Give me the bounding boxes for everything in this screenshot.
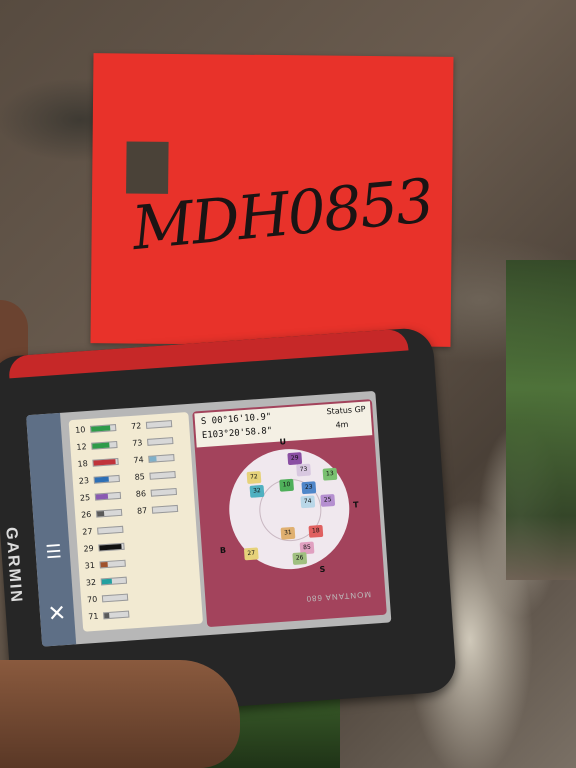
signal-fill [101, 578, 112, 585]
satellite-signal-bar [94, 491, 122, 501]
satellite-row: 31 [84, 559, 126, 571]
satellite-id: 10 [74, 425, 86, 435]
satellite-row: 12 [76, 440, 118, 452]
tag-label: MDH0853 [129, 166, 436, 265]
satellite-signal-bar [97, 525, 124, 535]
close-icon[interactable]: ✕ [45, 601, 68, 627]
satellite-id: 23 [78, 476, 90, 486]
satellite-signal-bar [101, 593, 129, 603]
satellite-id: 29 [83, 543, 95, 554]
satellite-id: 27 [82, 526, 93, 537]
signal-fill [96, 511, 105, 517]
satellite-row: 26 [81, 508, 123, 520]
satellite-signal-bar [91, 440, 118, 450]
satellite-row: 32 [85, 576, 128, 588]
satellite-id: 18 [77, 459, 89, 469]
status-label: Status GP [326, 404, 366, 417]
longitude: E103°20'58.8" [201, 426, 273, 442]
foliage [506, 260, 576, 580]
device-screen: ☰ ✕ 10 12 18 23 25 26 27 29 31 32 70 71 72 73 74 85 86 87… [26, 390, 392, 647]
skyplot-satellite: 73 [296, 463, 311, 477]
satellite-row: 87 [137, 504, 179, 516]
satellite-row: 70 [86, 593, 129, 605]
satellite-signal-bar [93, 474, 120, 484]
compass-south: S [319, 564, 326, 575]
side-menu: ☰ ✕ [26, 412, 77, 647]
satellite-signal-bar [150, 487, 178, 497]
satellite-signal-bar [149, 470, 176, 480]
skyplot-satellite: 29 [287, 452, 303, 466]
tag-hole [126, 141, 169, 194]
satellite-id: 71 [87, 611, 99, 622]
satellite-signal-bar [95, 508, 123, 518]
satellite-row: 10 [75, 423, 117, 435]
satellite-row: 25 [80, 491, 122, 503]
latitude: S 00°16'10.9" [200, 412, 272, 428]
satellite-id: 85 [134, 472, 146, 482]
device-brand: GARMIN [2, 526, 25, 605]
skyplot-satellite: 13 [322, 467, 338, 481]
menu-icon[interactable]: ☰ [43, 541, 64, 563]
skyplot-satellite: 27 [243, 547, 259, 561]
hand-fingers [0, 660, 240, 768]
signal-fill [149, 456, 157, 462]
satellite-row: 71 [87, 610, 130, 622]
skyplot-satellite: 72 [246, 471, 262, 484]
signal-fill [91, 425, 111, 432]
satellite-signal-bar [147, 437, 174, 446]
satellite-row: 27 [82, 525, 124, 537]
satellite-id: 86 [135, 489, 147, 499]
satellite-id: 87 [136, 506, 148, 516]
compass-west: B [219, 545, 227, 556]
satellite-row: 29 [83, 542, 125, 554]
satellite-row: 18 [77, 457, 119, 469]
skyplot-satellite: 18 [308, 524, 324, 538]
satellite-signal-bar [89, 424, 117, 433]
satellite-row: 73 [132, 436, 174, 448]
satellite-id: 26 [80, 509, 92, 520]
skyplot-satellite: 10 [279, 478, 295, 492]
satellite-id: 72 [130, 421, 142, 431]
satellite-signal-bar [99, 559, 126, 569]
satellite-signal-bar [145, 420, 173, 429]
satellite-id: 31 [84, 560, 96, 571]
skyplot-satellite: 31 [280, 526, 296, 540]
skyplot-satellite: 32 [249, 484, 265, 498]
compass-east: T [352, 500, 359, 510]
satellite-row: 23 [78, 474, 120, 486]
satellite-id: 74 [133, 455, 144, 465]
skyplot-satellite: 74 [300, 495, 316, 509]
signal-fill [104, 612, 110, 619]
satellite-signal-bar [151, 504, 179, 514]
satellite-row: 85 [134, 470, 176, 482]
satellite-signal-bar [92, 457, 119, 467]
signal-fill [95, 493, 109, 500]
signal-fill [99, 543, 122, 551]
satellite-id: 73 [131, 438, 143, 448]
skyplot-satellite: 25 [320, 493, 336, 507]
satellite-signal-panel: 10 12 18 23 25 26 27 29 31 32 70 71 72 73 74 85 86 87 [68, 411, 204, 632]
satellite-id: 32 [85, 577, 97, 588]
satellite-id: 25 [79, 493, 91, 503]
satellite-signal-bar [98, 542, 125, 552]
satellite-row: 74 [133, 453, 175, 465]
satellite-row: 72 [131, 419, 173, 431]
signal-fill [94, 476, 110, 483]
signal-fill [92, 442, 110, 449]
satellite-skyplot: U T S B 72 29 73 32 10 23 13 74 25 31 18 85 27 26 [220, 437, 359, 575]
signal-fill [100, 561, 109, 568]
compass-north: U [279, 437, 287, 447]
satellite-signal-bar [148, 454, 175, 463]
skyplot-satellite: 23 [301, 481, 317, 495]
signal-fill [93, 459, 116, 466]
satellite-id: 70 [86, 594, 98, 605]
satellite-id: 12 [76, 442, 87, 452]
satellite-signal-bar [103, 610, 130, 620]
skyplot-satellite: 26 [292, 552, 308, 566]
accuracy-readout: 4m [335, 419, 349, 430]
satellite-row: 86 [136, 487, 178, 499]
specimen-tag: MDH0853 [90, 53, 454, 347]
satellite-signal-bar [100, 576, 128, 586]
